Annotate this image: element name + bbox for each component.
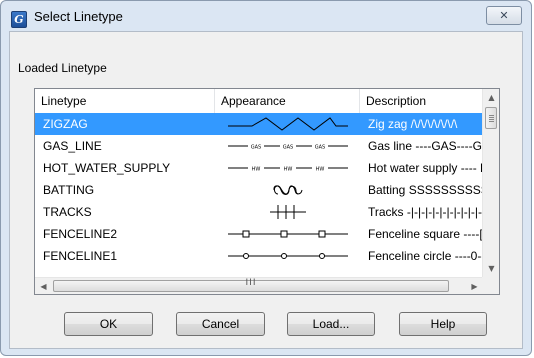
linetype-list[interactable]: Linetype Appearance Description ZIGZAG Zi… (34, 88, 500, 295)
linetype-appearance-icon: HW HW HW (215, 157, 360, 179)
linetype-name: GAS_LINE (43, 139, 102, 153)
linetype-description: Batting SSSSSSSSSSSSSS (368, 183, 483, 197)
list-row-batting[interactable]: BATTING Batting SSSSSSSSSSSSSS (35, 179, 483, 201)
app-logo-icon: G (11, 11, 27, 28)
scroll-up-arrow-icon[interactable]: ▲ (483, 89, 499, 106)
scrollbar-corner (482, 277, 499, 294)
close-button[interactable]: ✕ (486, 6, 522, 25)
list-row-gas-line[interactable]: GAS_LINE GAS GAS GAS Gas line ----GAS----GAS (35, 135, 483, 157)
list-row-fenceline2[interactable]: FENCELINE2 Fenceline square ----[]---- (35, 223, 483, 245)
linetype-description: Fenceline square ----[]---- (368, 227, 483, 241)
loaded-linetype-label: Loaded Linetype (18, 61, 107, 75)
linetype-appearance-icon (215, 201, 360, 223)
list-row-hot-water-supply[interactable]: HOT_WATER_SUPPLY HW HW HW Hot water supply -… (35, 157, 483, 179)
scroll-down-arrow-icon[interactable]: ▼ (483, 260, 499, 277)
linetype-name: ZIGZAG (43, 117, 88, 131)
list-header: Linetype Appearance Description (35, 89, 483, 113)
vertical-scrollbar[interactable]: ▲ ▼ (482, 89, 499, 277)
help-button[interactable]: Help (399, 312, 487, 336)
linetype-appearance-icon (215, 113, 360, 135)
linetype-description: Tracks -|-|-|-|-|-|-|-|-|-|-|-|- (368, 205, 483, 219)
close-icon: ✕ (499, 9, 509, 22)
svg-text:HW: HW (251, 167, 260, 173)
linetype-name: TRACKS (43, 205, 92, 219)
cancel-button[interactable]: Cancel (176, 312, 265, 336)
list-row-tracks[interactable]: TRACKS Tracks -|-|-|-|-|-|-|-|-|-|-|-|- (35, 201, 483, 223)
list-viewport: Linetype Appearance Description ZIGZAG Zi… (35, 89, 483, 277)
linetype-name: BATTING (43, 183, 95, 197)
horizontal-scroll-thumb[interactable]: III (53, 278, 449, 292)
list-row-zigzag[interactable]: ZIGZAG Zig zag /\/\/\/\/\/\/\ (35, 113, 483, 135)
linetype-appearance-icon (215, 179, 360, 201)
load-button[interactable]: Load... (287, 312, 375, 336)
horizontal-scrollbar[interactable]: ◀ III ▶ (35, 277, 483, 294)
ok-button[interactable]: OK (64, 312, 153, 336)
scroll-right-arrow-icon[interactable]: ▶ (466, 278, 483, 294)
svg-text:GAS: GAS (250, 145, 260, 151)
linetype-name: HOT_WATER_SUPPLY (43, 161, 171, 175)
linetype-description: Fenceline circle ----0---- (368, 249, 483, 263)
svg-text:GAS: GAS (282, 145, 292, 151)
linetype-description: Hot water supply ---- HW (368, 161, 483, 175)
column-header-linetype[interactable]: Linetype (35, 89, 215, 113)
linetype-name: FENCELINE2 (43, 227, 118, 241)
linetype-name: FENCELINE1 (43, 249, 118, 263)
title-bar: G Select Linetype ✕ (1, 1, 531, 35)
list-rows: ZIGZAG Zig zag /\/\/\/\/\/\/\ GAS_LINE GAS G… (35, 113, 483, 267)
linetype-description: Zig zag /\/\/\/\/\/\/\ (368, 117, 458, 131)
column-header-appearance[interactable]: Appearance (215, 89, 360, 113)
svg-text:HW: HW (283, 167, 292, 173)
column-header-description[interactable]: Description (360, 89, 483, 113)
linetype-appearance-icon (215, 223, 360, 245)
svg-text:GAS: GAS (314, 145, 324, 151)
window-title: Select Linetype (34, 9, 123, 24)
vertical-scroll-thumb[interactable] (485, 107, 497, 129)
scroll-left-arrow-icon[interactable]: ◀ (35, 278, 52, 294)
scroll-grip-icon: III (245, 278, 257, 288)
select-linetype-dialog: G Select Linetype ✕ Loaded Linetype Line… (0, 0, 532, 356)
svg-text:HW: HW (315, 167, 324, 173)
linetype-appearance-icon: GAS GAS GAS (215, 135, 360, 157)
linetype-description: Gas line ----GAS----GAS (368, 139, 483, 153)
list-row-fenceline1[interactable]: FENCELINE1 Fenceline circle ----0---- (35, 245, 483, 267)
linetype-appearance-icon (215, 245, 360, 267)
